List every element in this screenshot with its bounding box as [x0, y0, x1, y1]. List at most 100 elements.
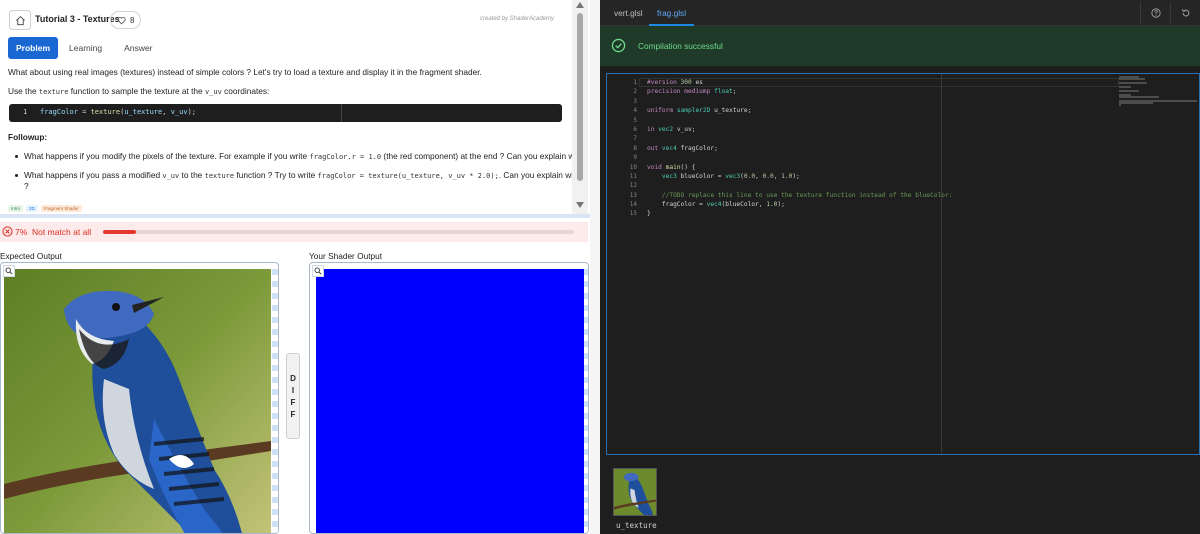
line-number: 3 — [633, 97, 637, 105]
diff-letter: F — [290, 397, 296, 407]
tag-list: Intro 2D Fragment Shader — [8, 205, 82, 212]
code-line[interactable] — [647, 116, 952, 125]
expected-output-label: Expected Output — [0, 251, 62, 261]
code-line[interactable] — [647, 153, 952, 162]
code-line[interactable]: in vec2 v_uv; — [647, 125, 952, 134]
line-number: 10 — [629, 163, 637, 171]
inline-code: texture — [204, 172, 235, 180]
like-count: 8 — [130, 15, 135, 25]
bird-image — [4, 269, 271, 533]
error-circle-icon — [2, 226, 13, 237]
inline-code: fragColor = texture(u_texture, v_uv * 2.… — [317, 172, 499, 180]
match-progress — [103, 230, 574, 234]
expected-output-image — [4, 269, 271, 533]
code-line[interactable]: precision mediump float; — [647, 87, 952, 96]
code-line[interactable]: fragColor = vec4(blueColor, 1.0); — [647, 200, 952, 209]
bullet-dot — [15, 155, 18, 158]
bullet-text: What happens if you modify the pixels of… — [24, 151, 572, 161]
line-number: 13 — [629, 191, 637, 199]
zoom-button[interactable] — [312, 265, 324, 277]
code-editor[interactable]: 1 2 3 4 5 6 7 8 9 10 11 12 13 14 15 #version 300 es pre… — [606, 73, 1200, 455]
split-divider[interactable] — [590, 0, 600, 534]
line-number: 14 — [629, 201, 637, 209]
text: function ? Try to write — [234, 170, 318, 180]
diff-letter: D — [290, 373, 296, 383]
code-line[interactable] — [647, 134, 952, 143]
bullet-dot — [15, 174, 18, 177]
inline-code: v_uv — [204, 88, 222, 96]
reset-button[interactable] — [1170, 2, 1200, 24]
inline-code: texture — [38, 88, 69, 96]
texture-thumbnail-image — [614, 469, 656, 515]
followup-heading: Followup: — [8, 132, 48, 142]
text: to the — [179, 170, 205, 180]
compile-status-banner: Compilation successful — [600, 26, 1200, 66]
tag-fragment-shader[interactable]: Fragment Shader — [40, 205, 82, 212]
home-button[interactable] — [9, 10, 31, 30]
scroll-up-arrow[interactable] — [576, 2, 584, 8]
zoom-button[interactable] — [3, 265, 15, 277]
code-lines[interactable]: #version 300 es precision mediump float; … — [647, 78, 952, 219]
code-line[interactable] — [647, 181, 952, 190]
zoom-icon — [5, 267, 13, 275]
scroll-down-arrow[interactable] — [576, 202, 584, 208]
code-line[interactable]: uniform sampler2D u_texture; — [647, 106, 952, 115]
tab-learning[interactable]: Learning — [58, 37, 113, 59]
texture-name: u_texture — [616, 521, 657, 530]
line-number: 4 — [633, 107, 637, 115]
editor-panel: vert.glsl frag.glsl Compilation successf… — [600, 0, 1200, 534]
description-area: Tutorial 3 - Textures 8 created by Shade… — [0, 0, 572, 214]
description-scrollbar[interactable] — [572, 0, 588, 214]
line-number: 6 — [633, 125, 637, 133]
match-progress-fill — [103, 230, 136, 234]
problem-panel: Tutorial 3 - Textures 8 created by Shade… — [0, 0, 590, 534]
description-line-1: What about using real images (textures) … — [8, 67, 482, 77]
line-number: 11 — [629, 172, 637, 180]
tag-2d[interactable]: 2D — [26, 205, 38, 212]
line-number: 9 — [633, 154, 637, 162]
line-number: 1 — [633, 79, 637, 86]
code-line: fragColor = texture(u_texture, v_uv); — [40, 108, 196, 116]
code-line[interactable]: void main() { — [647, 163, 952, 172]
editor-toolbar — [1140, 2, 1200, 24]
text: Use the — [8, 86, 39, 96]
code-line[interactable]: } — [647, 209, 952, 218]
editor-minimap[interactable] — [1119, 76, 1199, 106]
panel-resizer[interactable] — [0, 214, 590, 218]
code-snippet: 1 fragColor = texture(u_texture, v_uv); — [9, 104, 562, 122]
reset-icon — [1181, 9, 1189, 17]
check-circle-icon — [611, 38, 626, 53]
code-line[interactable] — [647, 97, 952, 106]
like-button[interactable]: 8 — [110, 11, 142, 29]
tab-frag-glsl[interactable]: frag.glsl — [649, 0, 695, 26]
text: What happens if you pass a modified — [24, 170, 163, 180]
tab-vert-glsl[interactable]: vert.glsl — [606, 0, 651, 26]
code-line[interactable]: //TODO replace this line to use the text… — [647, 191, 953, 200]
text: . Can you explain why — [498, 170, 572, 180]
text: coordinates: — [221, 86, 270, 96]
shader-output-label: Your Shader Output — [309, 251, 383, 261]
heart-icon — [117, 16, 126, 24]
tag-intro[interactable]: Intro — [8, 205, 24, 212]
texture-thumbnail[interactable] — [613, 468, 657, 516]
line-number-gutter: 1 2 3 4 5 6 7 8 9 10 11 12 13 14 15 — [607, 78, 637, 219]
tab-problem[interactable]: Problem — [8, 37, 59, 59]
description-line-2: Use the texture function to sample the t… — [8, 86, 269, 96]
inline-code: v_uv — [162, 172, 180, 180]
code-line[interactable]: out vec4 fragColor; — [647, 144, 952, 153]
bullet-text: What happens if you pass a modified v_uv… — [24, 170, 572, 180]
problem-tabs: Problem Learning Answer — [8, 37, 163, 59]
code-line[interactable]: vec3 blueColor = vec3(0.0, 0.0, 1.0); — [647, 172, 952, 181]
code-guide — [341, 104, 342, 122]
tab-answer[interactable]: Answer — [113, 37, 163, 59]
help-button[interactable] — [1140, 2, 1170, 24]
text: (the red component) at the end ? Can you… — [381, 151, 572, 161]
text: function to sample the texture at the — [68, 86, 205, 96]
scroll-thumb[interactable] — [577, 13, 583, 181]
diff-button[interactable]: D I F F — [286, 353, 300, 439]
created-by: created by ShaderAcademy — [480, 16, 555, 22]
text: What happens if you modify the pixels of… — [24, 151, 310, 161]
code-line[interactable]: #version 300 es — [647, 78, 952, 87]
line-number: 15 — [629, 210, 637, 218]
editor-tabs: vert.glsl frag.glsl — [600, 0, 1200, 26]
